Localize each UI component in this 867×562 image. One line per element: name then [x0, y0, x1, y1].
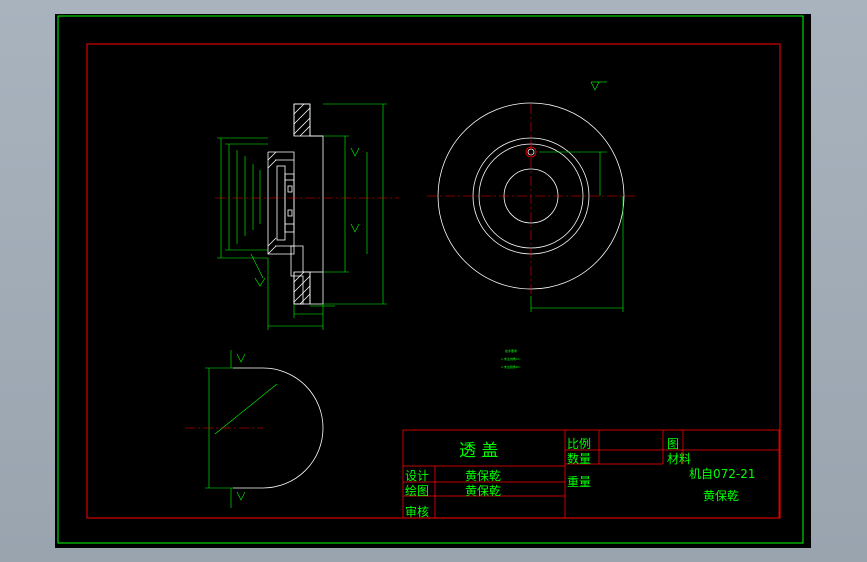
notes-line-1: 1.未注倒角C1. [501, 356, 521, 361]
designer-name: 黄保乾 [465, 469, 501, 483]
author-name: 黄保乾 [703, 489, 739, 503]
notes-title: 技术要求 [505, 348, 517, 353]
detail-dimensions [205, 350, 278, 508]
label-material: 材料 [667, 452, 691, 466]
label-weight: 重量 [567, 475, 591, 489]
label-designer: 设计 [405, 469, 429, 483]
front-dimensions [530, 81, 624, 312]
label-scale: 比例 [567, 437, 591, 451]
label-drafter: 绘图 [405, 483, 429, 498]
notes-line-2: 2.未注圆角R1. [501, 364, 521, 369]
drawing-canvas: 技术要求 1.未注倒角C1. 2.未注圆角R1. 透 盖 比例 数量 重量 图 … [57, 15, 804, 544]
label-figure: 图 [667, 437, 679, 451]
drafter-name: 黄保乾 [465, 484, 501, 498]
section-dimensions [217, 103, 387, 330]
class-code: 机自072-21 [689, 467, 756, 481]
front-center-lines [427, 104, 635, 296]
drawing-sheet[interactable]: 技术要求 1.未注倒角C1. 2.未注圆角R1. 透 盖 比例 数量 重量 图 … [55, 14, 811, 548]
label-quantity: 数量 [567, 451, 591, 466]
label-checker: 审核 [405, 504, 429, 519]
cad-viewport: 技术要求 1.未注倒角C1. 2.未注圆角R1. 透 盖 比例 数量 重量 图 … [0, 0, 867, 562]
part-name: 透 盖 [459, 441, 498, 461]
outer-frame [57, 15, 804, 544]
section-view [267, 103, 324, 305]
